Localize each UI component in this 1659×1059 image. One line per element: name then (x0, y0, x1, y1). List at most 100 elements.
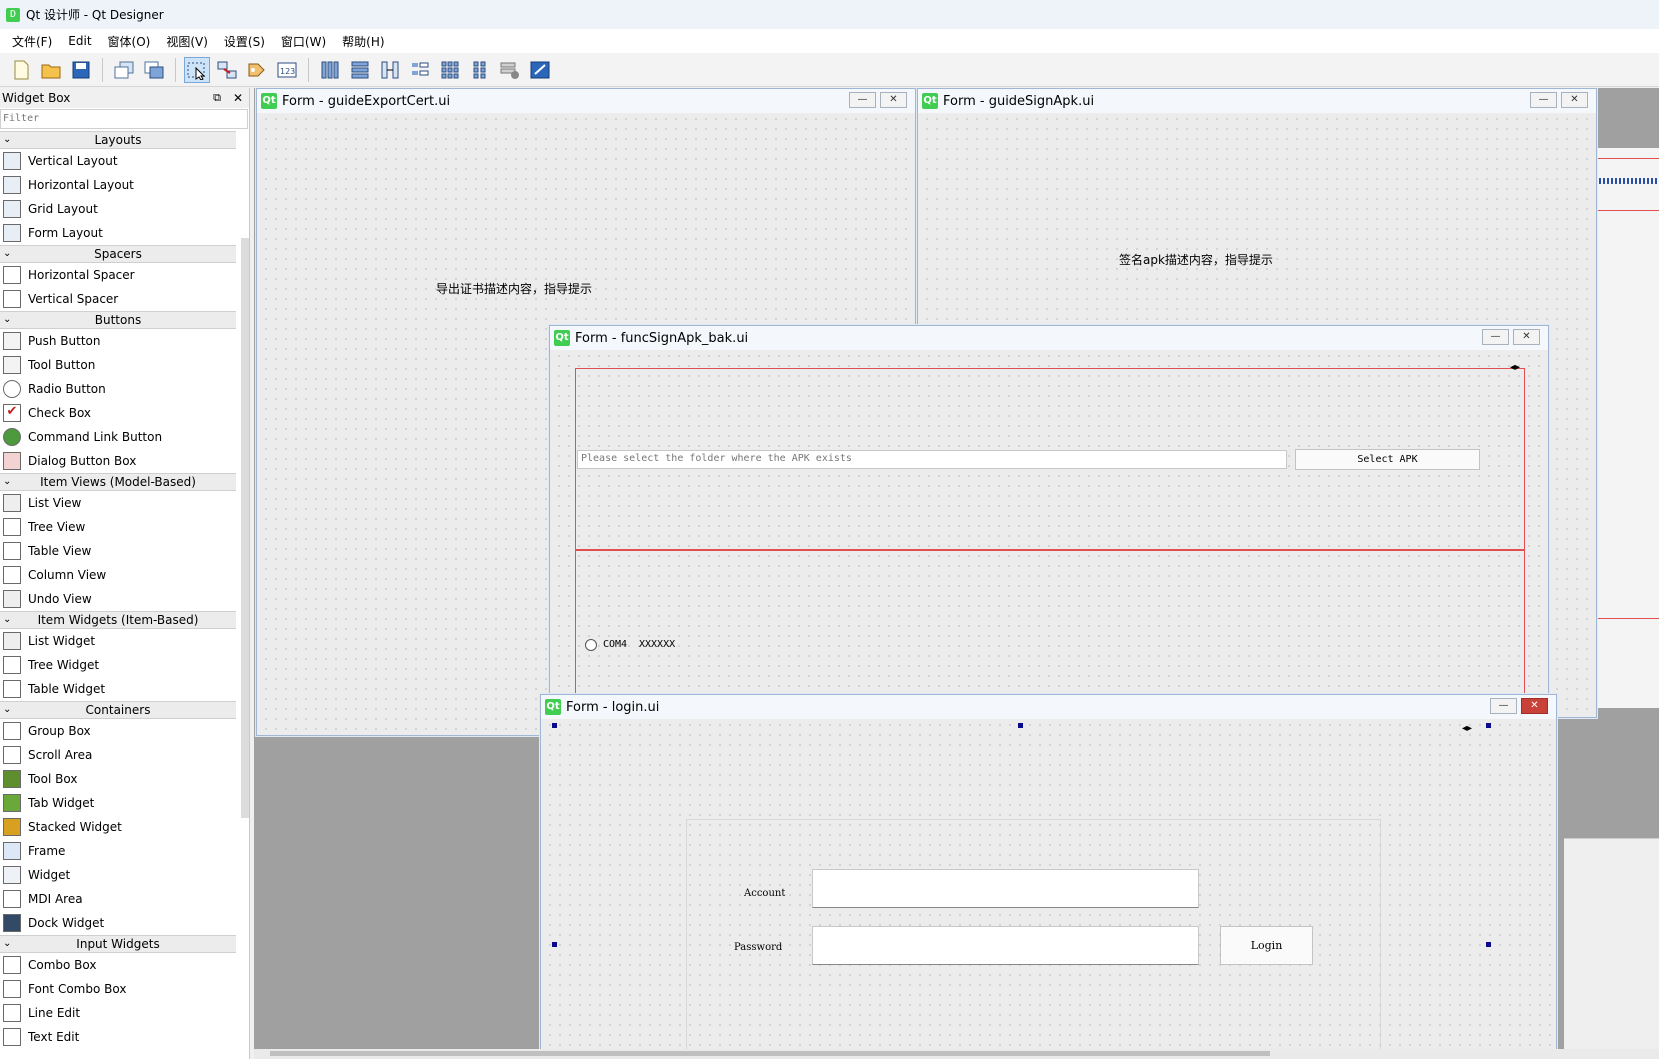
save-form-icon[interactable] (68, 57, 94, 83)
selection-handle[interactable] (552, 723, 557, 728)
widget-group-box[interactable]: Group Box (0, 719, 236, 743)
tree-widget-icon (3, 656, 21, 674)
category-layouts[interactable]: ⌄ Layouts (0, 131, 236, 149)
mdi-horizontal-scrollbar[interactable] (254, 1049, 1659, 1059)
widget-tree-widget[interactable]: Tree Widget (0, 653, 236, 677)
widget-dock-widget[interactable]: Dock Widget (0, 911, 236, 935)
widget-grid-layout[interactable]: Grid Layout (0, 197, 236, 221)
widget-box-dock: Widget Box ⧉ ✕ Filter ⌄ Layouts Vertical … (0, 88, 250, 1059)
lay-out-horizontally-icon[interactable] (317, 57, 343, 83)
password-input[interactable] (812, 926, 1199, 965)
background-form-fragment (1594, 148, 1659, 708)
close-icon[interactable]: ✕ (233, 91, 243, 105)
widget-tool-box[interactable]: Tool Box (0, 767, 236, 791)
scrollbar-thumb[interactable] (270, 1051, 1270, 1056)
widget-column-view[interactable]: Column View (0, 563, 236, 587)
widget-command-link-button[interactable]: Command Link Button (0, 425, 236, 449)
category-item-views[interactable]: ⌄ Item Views (Model-Based) (0, 473, 236, 491)
account-label: Account (744, 888, 786, 899)
float-icon[interactable]: ⧉ (213, 91, 221, 105)
close-button[interactable]: ✕ (880, 92, 907, 108)
form-titlebar: Qt Form - login.ui — ✕ (541, 695, 1556, 719)
edit-signals-slots-icon[interactable] (214, 57, 240, 83)
adjust-size-icon[interactable] (527, 57, 553, 83)
category-spacers[interactable]: ⌄ Spacers (0, 245, 236, 263)
lay-out-vertically-icon[interactable] (347, 57, 373, 83)
widget-form-layout[interactable]: Form Layout (0, 221, 236, 245)
widget-stacked-widget[interactable]: Stacked Widget (0, 815, 236, 839)
widget-list-view[interactable]: List View (0, 491, 236, 515)
minimize-button[interactable]: — (1530, 92, 1557, 108)
lay-out-grid-alt-icon[interactable] (467, 57, 493, 83)
close-button[interactable]: ✕ (1513, 329, 1540, 345)
widget-check-box[interactable]: ✔ Check Box (0, 401, 236, 425)
edit-buddies-icon[interactable] (244, 57, 270, 83)
widget-box-scrollbar[interactable] (241, 238, 249, 818)
close-button[interactable]: ✕ (1521, 698, 1548, 714)
menu-file[interactable]: 文件(F) (4, 33, 60, 50)
widget-combo-box[interactable]: Combo Box (0, 953, 236, 977)
widget-widget[interactable]: Widget (0, 863, 236, 887)
account-input[interactable] (812, 869, 1199, 908)
lay-out-splitter-icon[interactable] (377, 57, 403, 83)
widget-radio-button[interactable]: Radio Button (0, 377, 236, 401)
apk-folder-input[interactable]: Please select the folder where the APK e… (577, 450, 1287, 469)
widget-font-combo-box[interactable]: Font Combo Box (0, 977, 236, 1001)
widget-push-button[interactable]: Push Button (0, 329, 236, 353)
selection-handle[interactable] (1486, 723, 1491, 728)
lay-out-form-icon[interactable] (407, 57, 433, 83)
break-layout-icon[interactable] (497, 57, 523, 83)
selection-handle[interactable] (552, 942, 557, 947)
widget-vertical-layout[interactable]: Vertical Layout (0, 149, 236, 173)
widget-frame[interactable]: Frame (0, 839, 236, 863)
form-canvas[interactable]: Please select the folder where the APK e… (554, 351, 1544, 730)
widget-tree-view[interactable]: Tree View (0, 515, 236, 539)
selection-handle[interactable] (1018, 723, 1023, 728)
select-apk-button[interactable]: Select APK (1295, 449, 1480, 470)
widget-dialog-button-box[interactable]: Dialog Button Box (0, 449, 236, 473)
widget-horizontal-layout[interactable]: Horizontal Layout (0, 173, 236, 197)
chevron-down-icon: ⌄ (3, 938, 12, 949)
widget-horizontal-spacer[interactable]: Horizontal Spacer (0, 263, 236, 287)
widget-table-view[interactable]: Table View (0, 539, 236, 563)
edit-tab-order-icon[interactable]: 123 (274, 57, 300, 83)
widget-line-edit[interactable]: Line Edit (0, 1001, 236, 1025)
new-form-icon[interactable] (8, 57, 34, 83)
menu-settings[interactable]: 设置(S) (216, 33, 273, 50)
category-item-widgets[interactable]: ⌄ Item Widgets (Item-Based) (0, 611, 236, 629)
open-form-icon[interactable] (38, 57, 64, 83)
toolbar-separator (308, 57, 309, 82)
form-canvas[interactable]: ◂▸ Account Password Login (545, 720, 1552, 1059)
widget-text-edit[interactable]: Text Edit (0, 1025, 236, 1049)
menu-view[interactable]: 视图(V) (158, 33, 216, 50)
widget-vertical-spacer[interactable]: Vertical Spacer (0, 287, 236, 311)
minimize-button[interactable]: — (1482, 329, 1509, 345)
widget-undo-view[interactable]: Undo View (0, 587, 236, 611)
bring-to-front-icon[interactable] (141, 57, 167, 83)
minimize-button[interactable]: — (849, 92, 876, 108)
close-button[interactable]: ✕ (1561, 92, 1588, 108)
minimize-button[interactable]: — (1490, 698, 1517, 714)
radio-button[interactable] (585, 639, 597, 651)
category-containers[interactable]: ⌄ Containers (0, 701, 236, 719)
widget-tab-widget[interactable]: Tab Widget (0, 791, 236, 815)
login-button[interactable]: Login (1220, 926, 1313, 965)
widget-filter-input[interactable]: Filter (0, 109, 248, 129)
widget-table-widget[interactable]: Table Widget (0, 677, 236, 701)
menu-window[interactable]: 窗口(W) (273, 33, 334, 50)
category-input-widgets[interactable]: ⌄ Input Widgets (0, 935, 236, 953)
edit-widgets-icon[interactable] (184, 56, 210, 83)
category-buttons[interactable]: ⌄ Buttons (0, 311, 236, 329)
selection-handle[interactable] (1486, 942, 1491, 947)
check-box-icon: ✔ (3, 404, 21, 422)
menu-edit[interactable]: Edit (60, 34, 99, 48)
widget-mdi-area[interactable]: MDI Area (0, 887, 236, 911)
send-to-back-icon[interactable] (111, 57, 137, 83)
widget-tool-button[interactable]: Tool Button (0, 353, 236, 377)
widget-list-widget[interactable]: List Widget (0, 629, 236, 653)
lay-out-grid-icon[interactable] (437, 57, 463, 83)
widget-scroll-area[interactable]: Scroll Area (0, 743, 236, 767)
svg-text:123: 123 (280, 67, 295, 76)
menu-help[interactable]: 帮助(H) (334, 33, 392, 50)
menu-form[interactable]: 窗体(O) (100, 33, 159, 50)
